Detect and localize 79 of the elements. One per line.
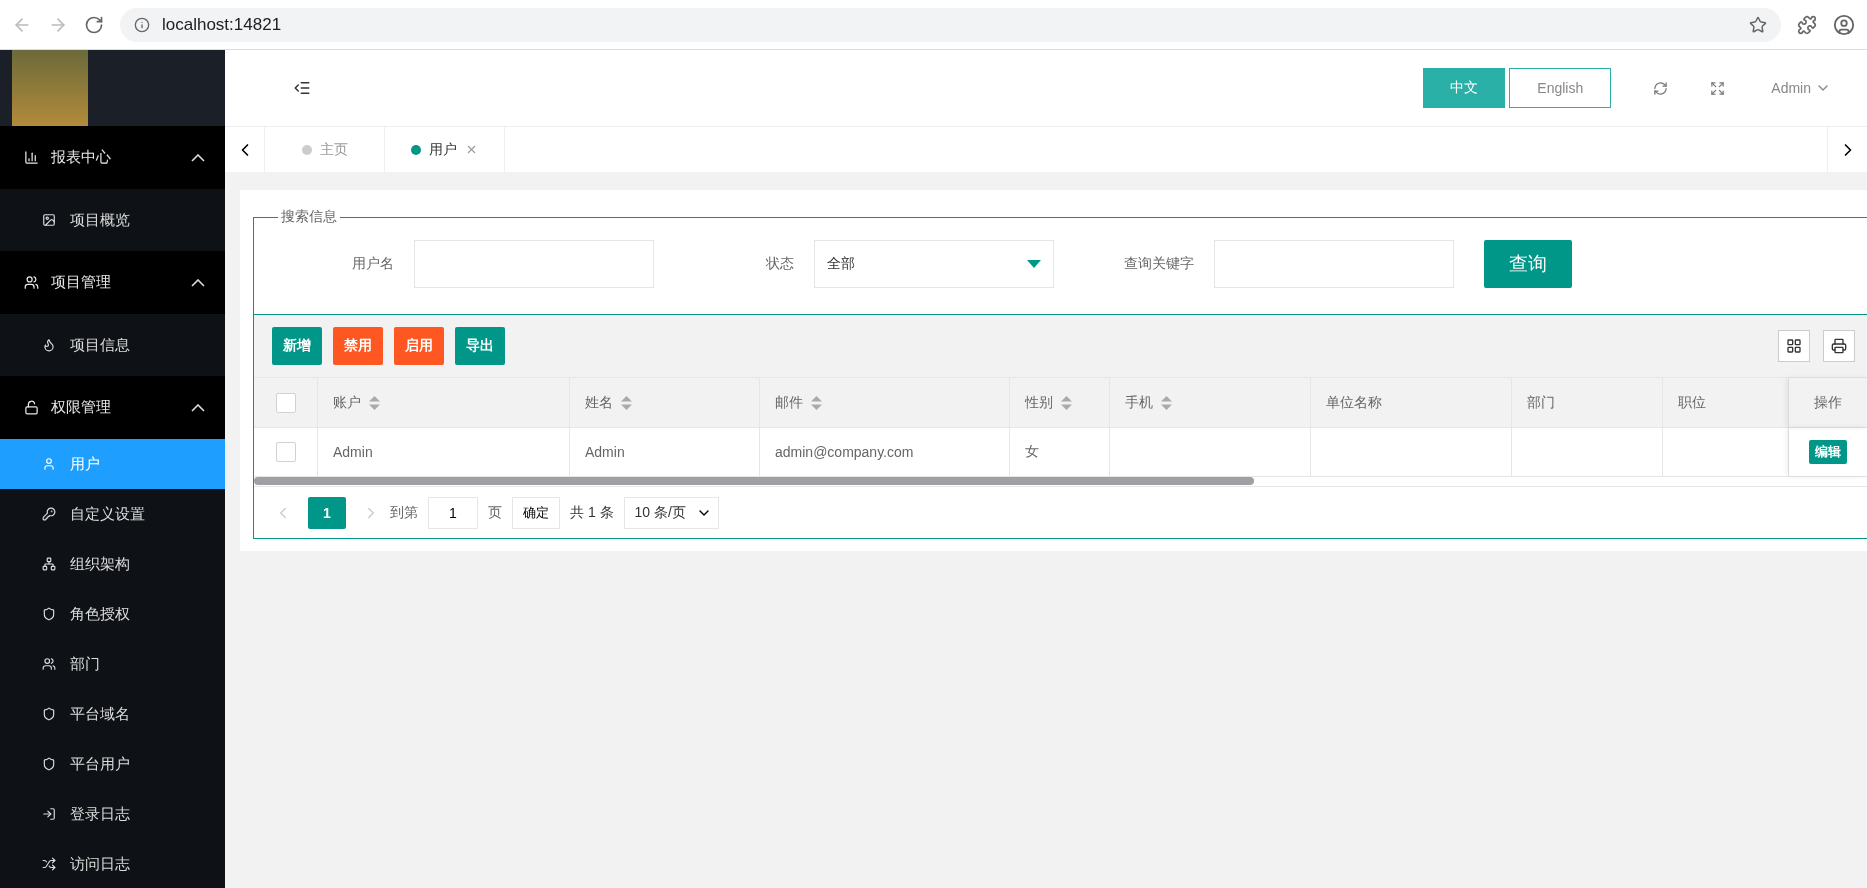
checkbox[interactable]	[275, 442, 296, 462]
group-icon	[24, 400, 39, 415]
star-icon[interactable]	[1749, 15, 1767, 34]
grid-icon	[1786, 338, 1802, 354]
reload-icon[interactable]	[84, 14, 104, 35]
menu-item-icon	[42, 557, 56, 571]
table-cell: admin@company.com	[775, 444, 914, 460]
url-text: localhost:14821	[162, 14, 282, 35]
table-cell: 女	[1025, 443, 1039, 461]
page-input[interactable]: 1	[428, 496, 478, 529]
input-field[interactable]	[414, 240, 654, 288]
toolbar-button[interactable]: 新增	[272, 327, 322, 365]
menu-item-icon	[42, 338, 56, 352]
sort-icon[interactable]	[811, 395, 822, 410]
column-header: 账户	[333, 393, 361, 412]
menu-group[interactable]: 项目管理	[0, 251, 225, 314]
column-header: 邮件	[775, 393, 803, 412]
menu-group[interactable]: 报表中心	[0, 126, 225, 189]
fullscreen-icon[interactable]	[1710, 80, 1726, 96]
page-unit-label: 页	[488, 503, 502, 522]
info-icon[interactable]	[134, 16, 150, 33]
column-header: 性别	[1025, 393, 1053, 412]
language-button[interactable]: English	[1509, 68, 1612, 108]
field-label: 用户名	[351, 255, 395, 273]
menu-item-icon	[42, 757, 56, 771]
printer-icon	[1831, 338, 1847, 354]
address-bar[interactable]: localhost:14821	[120, 7, 1781, 42]
field-label: 查询关键字	[1123, 255, 1195, 273]
menu-item-icon	[42, 807, 56, 821]
columns-button[interactable]	[1778, 330, 1810, 362]
page-number[interactable]: 1	[308, 496, 346, 529]
menu-item-icon	[42, 213, 56, 227]
sort-icon[interactable]	[369, 395, 380, 410]
tab-dot-icon	[301, 144, 312, 155]
chevron-up-icon	[191, 403, 205, 412]
column-header: 手机	[1125, 393, 1153, 412]
chevron-up-icon	[191, 278, 205, 287]
status-select[interactable]: 全部	[814, 240, 1054, 288]
dropdown-triangle-icon	[1027, 260, 1041, 268]
toolbar-button[interactable]: 导出	[455, 327, 505, 365]
menu-item-icon	[42, 707, 56, 721]
chevron-up-icon	[191, 153, 205, 162]
group-icon	[24, 275, 39, 290]
table-cell: Admin	[585, 444, 625, 460]
confirm-button[interactable]: 确定	[512, 496, 560, 529]
menu-item-icon	[42, 607, 56, 621]
checkbox[interactable]	[275, 392, 296, 413]
query-button[interactable]: 查询	[1484, 240, 1572, 288]
column-header: 职位	[1678, 393, 1706, 412]
group-icon	[24, 150, 39, 165]
print-button[interactable]	[1823, 330, 1855, 362]
menu-item-icon	[42, 457, 56, 471]
puzzle-icon[interactable]	[1797, 14, 1817, 35]
edit-button[interactable]: 编辑	[1809, 440, 1847, 464]
scrollbar-thumb[interactable]	[254, 477, 1254, 485]
column-header: 操作	[1814, 393, 1842, 412]
menu-group[interactable]: 权限管理	[0, 376, 225, 439]
field-label: 状态	[765, 255, 795, 273]
column-header: 部门	[1527, 393, 1555, 412]
column-header: 姓名	[585, 393, 613, 412]
close-icon[interactable]	[465, 143, 478, 156]
sort-icon[interactable]	[1161, 395, 1172, 410]
refresh-icon[interactable]	[1653, 80, 1669, 96]
column-header: 单位名称	[1326, 393, 1382, 412]
page-size-select[interactable]: 10 条/页	[623, 496, 719, 529]
search-legend: 搜索信息	[278, 208, 340, 226]
sort-icon[interactable]	[621, 395, 632, 410]
goto-label: 到第	[390, 503, 418, 522]
menu-item-icon	[42, 507, 56, 521]
profile-icon[interactable]	[1833, 13, 1855, 36]
menu-item-icon	[42, 657, 56, 671]
user-menu[interactable]: Admin	[1771, 80, 1831, 96]
input-field[interactable]	[1214, 240, 1454, 288]
sort-icon[interactable]	[1061, 395, 1072, 410]
tab-dot-icon	[411, 144, 421, 155]
total-count: 共 1 条	[570, 503, 614, 522]
collapse-menu-icon[interactable]	[293, 79, 311, 97]
menu-item-icon	[42, 857, 56, 871]
table-cell: Admin	[333, 444, 373, 460]
